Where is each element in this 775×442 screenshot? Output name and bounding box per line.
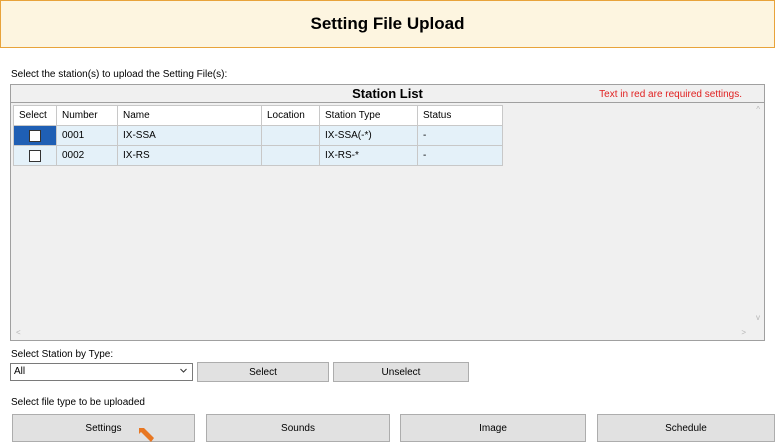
name-cell: IX-RS bbox=[117, 145, 262, 166]
unselect-button-label: Unselect bbox=[381, 366, 421, 378]
select-cell[interactable] bbox=[13, 125, 57, 146]
station-type-dropdown[interactable]: All bbox=[10, 363, 193, 381]
status-cell: - bbox=[417, 125, 503, 146]
title-bar: Setting File Upload bbox=[0, 0, 775, 48]
station-type-cell: IX-SSA(-*) bbox=[319, 125, 418, 146]
image-button-label: Image bbox=[479, 422, 507, 434]
select-checkbox[interactable] bbox=[29, 129, 41, 142]
location-cell bbox=[261, 125, 320, 146]
schedule-upload-button[interactable]: Schedule bbox=[597, 414, 775, 442]
scroll-right-icon[interactable]: > bbox=[741, 328, 746, 337]
select-cell[interactable] bbox=[13, 145, 57, 166]
column-header-status[interactable]: Status bbox=[417, 105, 503, 126]
select-by-type-label: Select Station by Type: bbox=[11, 349, 114, 360]
scroll-left-icon[interactable]: < bbox=[16, 328, 21, 337]
table-row[interactable]: 0001 IX-SSA IX-SSA(-*) - bbox=[13, 125, 503, 146]
file-type-instruction: Select file type to be uploaded bbox=[11, 397, 145, 408]
select-button-label: Select bbox=[249, 366, 277, 378]
station-type-cell: IX-RS-* bbox=[319, 145, 418, 166]
station-table: Select Number Name Location Station Type… bbox=[13, 105, 503, 166]
sounds-upload-button[interactable]: Sounds bbox=[206, 414, 390, 442]
location-cell bbox=[261, 145, 320, 166]
station-select-instruction: Select the station(s) to upload the Sett… bbox=[11, 69, 228, 80]
station-list-header: Station List Text in red are required se… bbox=[11, 85, 764, 103]
settings-upload-button[interactable]: Settings bbox=[12, 414, 195, 442]
status-cell: - bbox=[417, 145, 503, 166]
pointer-arrow-icon bbox=[139, 428, 154, 442]
page-title: Setting File Upload bbox=[310, 14, 465, 33]
column-header-name[interactable]: Name bbox=[117, 105, 262, 126]
scroll-down-icon[interactable]: v bbox=[756, 313, 760, 322]
schedule-button-label: Schedule bbox=[665, 422, 707, 434]
name-cell: IX-SSA bbox=[117, 125, 262, 146]
column-header-number[interactable]: Number bbox=[56, 105, 118, 126]
table-header-row: Select Number Name Location Station Type… bbox=[13, 105, 503, 126]
table-row[interactable]: 0002 IX-RS IX-RS-* - bbox=[13, 145, 503, 166]
station-list-panel: Station List Text in red are required se… bbox=[10, 84, 765, 341]
select-button[interactable]: Select bbox=[197, 362, 329, 382]
scroll-up-icon[interactable]: ^ bbox=[756, 105, 760, 114]
number-cell: 0001 bbox=[56, 125, 118, 146]
sounds-button-label: Sounds bbox=[281, 422, 315, 434]
number-cell: 0002 bbox=[56, 145, 118, 166]
settings-button-label: Settings bbox=[85, 422, 122, 434]
image-upload-button[interactable]: Image bbox=[400, 414, 586, 442]
column-header-station-type[interactable]: Station Type bbox=[319, 105, 418, 126]
unselect-button[interactable]: Unselect bbox=[333, 362, 469, 382]
required-settings-note: Text in red are required settings. bbox=[599, 89, 742, 100]
station-type-value: All bbox=[14, 366, 26, 377]
select-checkbox[interactable] bbox=[29, 149, 41, 162]
column-header-select[interactable]: Select bbox=[13, 105, 57, 126]
column-header-location[interactable]: Location bbox=[261, 105, 320, 126]
chevron-down-icon bbox=[180, 368, 187, 373]
